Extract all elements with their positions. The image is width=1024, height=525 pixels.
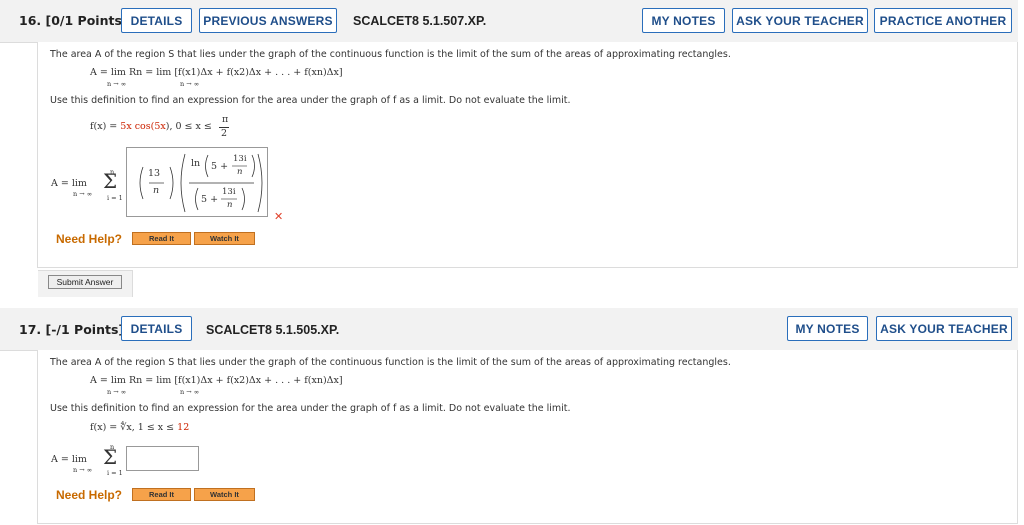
interval-denominator: 2	[221, 128, 228, 139]
limit-subscript: n → ∞	[180, 388, 200, 396]
limit-subscript: n → ∞	[107, 80, 127, 88]
submit-answer-button[interactable]: Submit Answer	[48, 275, 122, 289]
answer-limit-subscript: n → ∞	[73, 190, 93, 198]
definition-formula: A = lim Rn = lim [f(x1)Δx + f(x2)Δx + . …	[90, 375, 343, 386]
need-help-label: Need Help?	[56, 488, 123, 502]
limit-subscript: n → ∞	[180, 80, 200, 88]
intro-text: The area A of the region S that lies und…	[50, 357, 731, 368]
answer-fraction-denominator: n	[153, 185, 160, 196]
watch-it-button[interactable]: Watch It	[194, 232, 255, 245]
question-16-title: 16. [0/1 Points]	[19, 13, 128, 28]
interval-numerator: π	[222, 114, 229, 125]
sum-lower-index: i = 1	[107, 469, 123, 477]
incorrect-icon: ✕	[274, 210, 284, 223]
sigma-icon: Σ	[103, 445, 118, 469]
ask-your-teacher-button[interactable]: ASK YOUR TEACHER	[732, 8, 868, 33]
question-16: 16. [0/1 Points] DETAILS PREVIOUS ANSWER…	[0, 0, 1018, 297]
answer-label: A = lim	[51, 454, 87, 465]
intro-text: The area A of the region S that lies und…	[50, 49, 731, 60]
answer-five-plus: 5 +	[201, 194, 219, 205]
question-17-header: 17. [-/1 Points] DETAILS SCALCET8 5.1.50…	[0, 308, 1018, 351]
my-notes-button[interactable]: MY NOTES	[642, 8, 725, 33]
answer-inner-numerator: 13i	[233, 154, 247, 164]
answer-fraction-numerator: 13	[148, 168, 161, 179]
question-17: 17. [-/1 Points] DETAILS SCALCET8 5.1.50…	[0, 308, 1018, 524]
function-definition: f(x) = 5x cos(5x), 0 ≤ x ≤	[90, 121, 212, 132]
question-code: SCALCET8 5.1.507.XP.	[353, 14, 487, 28]
function-definition: f(x) = ∜x, 1 ≤ x ≤ 12	[90, 422, 190, 433]
instruction-text: Use this definition to find an expressio…	[50, 95, 571, 106]
answer-five-plus: 5 +	[211, 161, 229, 172]
need-help-label: Need Help?	[56, 232, 123, 246]
read-it-button[interactable]: Read It	[132, 232, 191, 245]
limit-subscript: n → ∞	[107, 388, 127, 396]
question-17-title: 17. [-/1 Points]	[19, 322, 125, 337]
answer-inner-denominator: n	[237, 167, 243, 177]
practice-another-button[interactable]: PRACTICE ANOTHER	[874, 8, 1012, 33]
answer-ln: ln	[191, 158, 201, 169]
answer-label: A = lim	[51, 178, 87, 189]
answer-limit-subscript: n → ∞	[73, 466, 93, 474]
question-code: SCALCET8 5.1.505.XP.	[206, 323, 340, 337]
read-it-button[interactable]: Read It	[132, 488, 191, 501]
sum-lower-index: i = 1	[107, 194, 123, 202]
ask-your-teacher-button[interactable]: ASK YOUR TEACHER	[876, 316, 1012, 341]
definition-formula: A = lim Rn = lim [f(x1)Δx + f(x2)Δx + . …	[90, 67, 343, 78]
watch-it-button[interactable]: Watch It	[194, 488, 255, 501]
details-button[interactable]: DETAILS	[121, 316, 192, 341]
answer-inner-numerator: 13i	[222, 187, 236, 197]
answer-input[interactable]: 13 n ln 5 + 13i n 5 + 13i n	[126, 147, 268, 217]
my-notes-button[interactable]: MY NOTES	[787, 316, 868, 341]
sigma-icon: Σ	[103, 169, 118, 193]
question-16-body: The area A of the region S that lies und…	[37, 42, 1018, 297]
question-16-header: 16. [0/1 Points] DETAILS PREVIOUS ANSWER…	[0, 0, 1018, 43]
previous-answers-button[interactable]: PREVIOUS ANSWERS	[199, 8, 337, 33]
answer-input[interactable]	[126, 446, 199, 471]
question-17-body: The area A of the region S that lies und…	[37, 350, 1018, 524]
answer-inner-denominator: n	[227, 200, 233, 210]
details-button[interactable]: DETAILS	[121, 8, 192, 33]
instruction-text: Use this definition to find an expressio…	[50, 403, 571, 414]
